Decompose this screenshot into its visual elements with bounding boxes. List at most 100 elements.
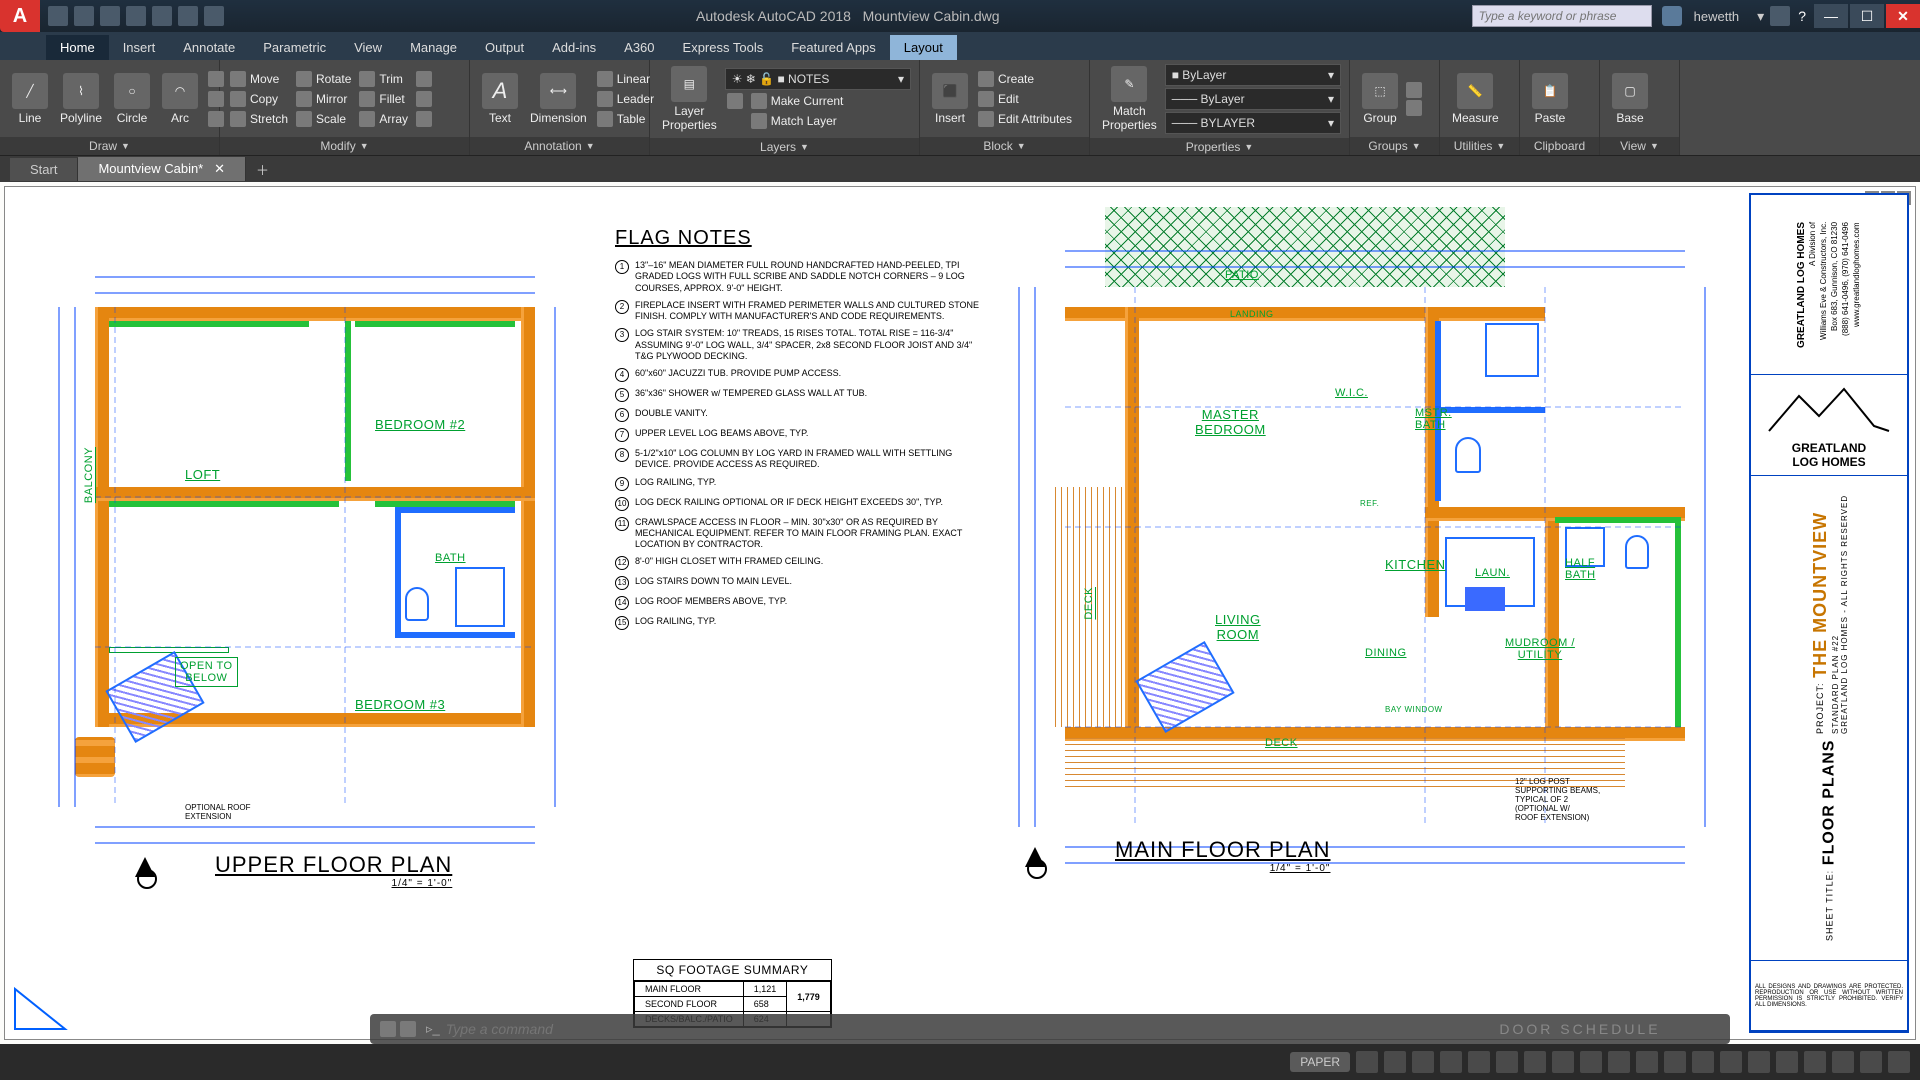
linetype-dropdown[interactable]: ─── BYLAYER▾	[1165, 112, 1341, 134]
group-edit-icon[interactable]	[1406, 100, 1422, 116]
tab-file[interactable]: Mountview Cabin* ✕	[78, 157, 246, 181]
tab-a360[interactable]: A360	[610, 35, 668, 60]
saveas-icon[interactable]	[126, 6, 146, 26]
isolate-icon[interactable]	[1804, 1051, 1826, 1073]
new-icon[interactable]	[48, 6, 68, 26]
cmd-customize-icon[interactable]	[400, 1021, 416, 1037]
otrack-icon[interactable]	[1496, 1051, 1518, 1073]
lineweight-dropdown[interactable]: ─── ByLayer▾	[1165, 88, 1341, 110]
tab-new[interactable]: ＋	[246, 156, 279, 183]
paste-button[interactable]: 📋Paste	[1528, 71, 1572, 127]
tab-start[interactable]: Start	[10, 158, 78, 181]
undo-icon[interactable]	[178, 6, 198, 26]
lweight-icon[interactable]	[1524, 1051, 1546, 1073]
annovis-icon[interactable]	[1636, 1051, 1658, 1073]
attrs-icon	[978, 111, 994, 127]
tab-parametric[interactable]: Parametric	[249, 35, 340, 60]
lock-ui-icon[interactable]	[1776, 1051, 1798, 1073]
tab-insert[interactable]: Insert	[109, 35, 170, 60]
save-icon[interactable]	[100, 6, 120, 26]
tab-output[interactable]: Output	[471, 35, 538, 60]
insert-button[interactable]: ⬛Insert	[928, 71, 972, 127]
cycling-icon[interactable]	[1580, 1051, 1602, 1073]
measure-button[interactable]: 📏Measure	[1448, 71, 1503, 127]
make-current-button[interactable]: Make Current	[749, 92, 911, 110]
maximize-button[interactable]: ☐	[1850, 4, 1884, 28]
create-block-button[interactable]: Create	[976, 70, 1074, 88]
hardware-icon[interactable]	[1832, 1051, 1854, 1073]
leader-button[interactable]: Leader	[595, 90, 656, 108]
user-label[interactable]: hewetth	[1694, 9, 1740, 24]
rotate-button[interactable]: Rotate	[294, 70, 353, 88]
linear-button[interactable]: Linear	[595, 70, 656, 88]
trim-button[interactable]: Trim	[357, 70, 410, 88]
room-balcony: BALCONY	[83, 447, 95, 503]
arc-button[interactable]: ◠Arc	[158, 71, 202, 127]
help-icon[interactable]: ?	[1798, 8, 1806, 24]
edit-block-button[interactable]: Edit	[976, 90, 1074, 108]
circle-button[interactable]: ○Circle	[110, 71, 154, 127]
signin-icon[interactable]	[1662, 6, 1682, 26]
edit-attributes-button[interactable]: Edit Attributes	[976, 110, 1074, 128]
match-properties-button[interactable]: ✎Match Properties	[1098, 64, 1161, 134]
cmd-recent-icon[interactable]	[380, 1021, 396, 1037]
tab-home[interactable]: Home	[46, 35, 109, 60]
array-button[interactable]: Array	[357, 110, 410, 128]
tab-addins[interactable]: Add-ins	[538, 35, 610, 60]
linear-icon	[597, 71, 613, 87]
tab-view[interactable]: View	[340, 35, 396, 60]
plot-icon[interactable]	[152, 6, 172, 26]
ortho-icon[interactable]	[1412, 1051, 1434, 1073]
tab-layout[interactable]: Layout	[890, 35, 957, 60]
base-button[interactable]: ▢Base	[1608, 71, 1652, 127]
units-icon[interactable]	[1720, 1051, 1742, 1073]
line-button[interactable]: ╱Line	[8, 71, 52, 127]
explode-icon[interactable]	[416, 71, 432, 87]
annotation-mon-icon[interactable]	[1692, 1051, 1714, 1073]
color-dropdown[interactable]: ■ ByLayer▾	[1165, 64, 1341, 86]
customize-status-icon[interactable]	[1888, 1051, 1910, 1073]
scale-button[interactable]: Scale	[294, 110, 353, 128]
snap-icon[interactable]	[1384, 1051, 1406, 1073]
minimize-button[interactable]: —	[1814, 4, 1848, 28]
command-input[interactable]	[446, 1021, 1440, 1037]
quickprops-icon[interactable]	[1748, 1051, 1770, 1073]
label-bay: BAY WINDOW	[1385, 705, 1443, 714]
drawing-canvas[interactable]: — ☐ ✕	[0, 182, 1920, 1044]
tab-annotate[interactable]: Annotate	[169, 35, 249, 60]
help-search-input[interactable]	[1472, 5, 1652, 27]
fillet-button[interactable]: Fillet	[357, 90, 410, 108]
osnap-icon[interactable]	[1468, 1051, 1490, 1073]
group-button[interactable]: ⬚Group	[1358, 71, 1402, 127]
layer-properties-button[interactable]: ▤Layer Properties	[658, 64, 721, 134]
layer-off-icon[interactable]	[727, 93, 743, 109]
ungroup-icon[interactable]	[1406, 82, 1422, 98]
stretch-button[interactable]: Stretch	[228, 110, 290, 128]
grid-icon[interactable]	[1356, 1051, 1378, 1073]
open-icon[interactable]	[74, 6, 94, 26]
match-layer-button[interactable]: Match Layer	[749, 112, 911, 130]
erase-icon[interactable]	[416, 91, 432, 107]
text-button[interactable]: AText	[478, 71, 522, 127]
polar-icon[interactable]	[1440, 1051, 1462, 1073]
space-toggle[interactable]: PAPER	[1290, 1052, 1350, 1072]
tab-manage[interactable]: Manage	[396, 35, 471, 60]
mirror-button[interactable]: Mirror	[294, 90, 353, 108]
clean-screen-icon[interactable]	[1860, 1051, 1882, 1073]
offset-icon[interactable]	[416, 111, 432, 127]
table-button[interactable]: Table	[595, 110, 656, 128]
transparency-icon[interactable]	[1552, 1051, 1574, 1073]
dimension-button[interactable]: ⟷Dimension	[526, 71, 591, 127]
annoscale-icon[interactable]	[1608, 1051, 1630, 1073]
layer-dropdown[interactable]: ☀ ❄ 🔓 ■ NOTES▾	[725, 68, 911, 90]
tab-express[interactable]: Express Tools	[669, 35, 778, 60]
tab-featured[interactable]: Featured Apps	[777, 35, 890, 60]
workspace-icon[interactable]	[1664, 1051, 1686, 1073]
app-logo[interactable]: A	[0, 0, 40, 32]
copy-button[interactable]: Copy	[228, 90, 290, 108]
redo-icon[interactable]	[204, 6, 224, 26]
polyline-button[interactable]: ⌇Polyline	[56, 71, 106, 127]
move-button[interactable]: Move	[228, 70, 290, 88]
exchange-icon[interactable]	[1770, 6, 1790, 26]
close-button[interactable]: ✕	[1886, 4, 1920, 28]
